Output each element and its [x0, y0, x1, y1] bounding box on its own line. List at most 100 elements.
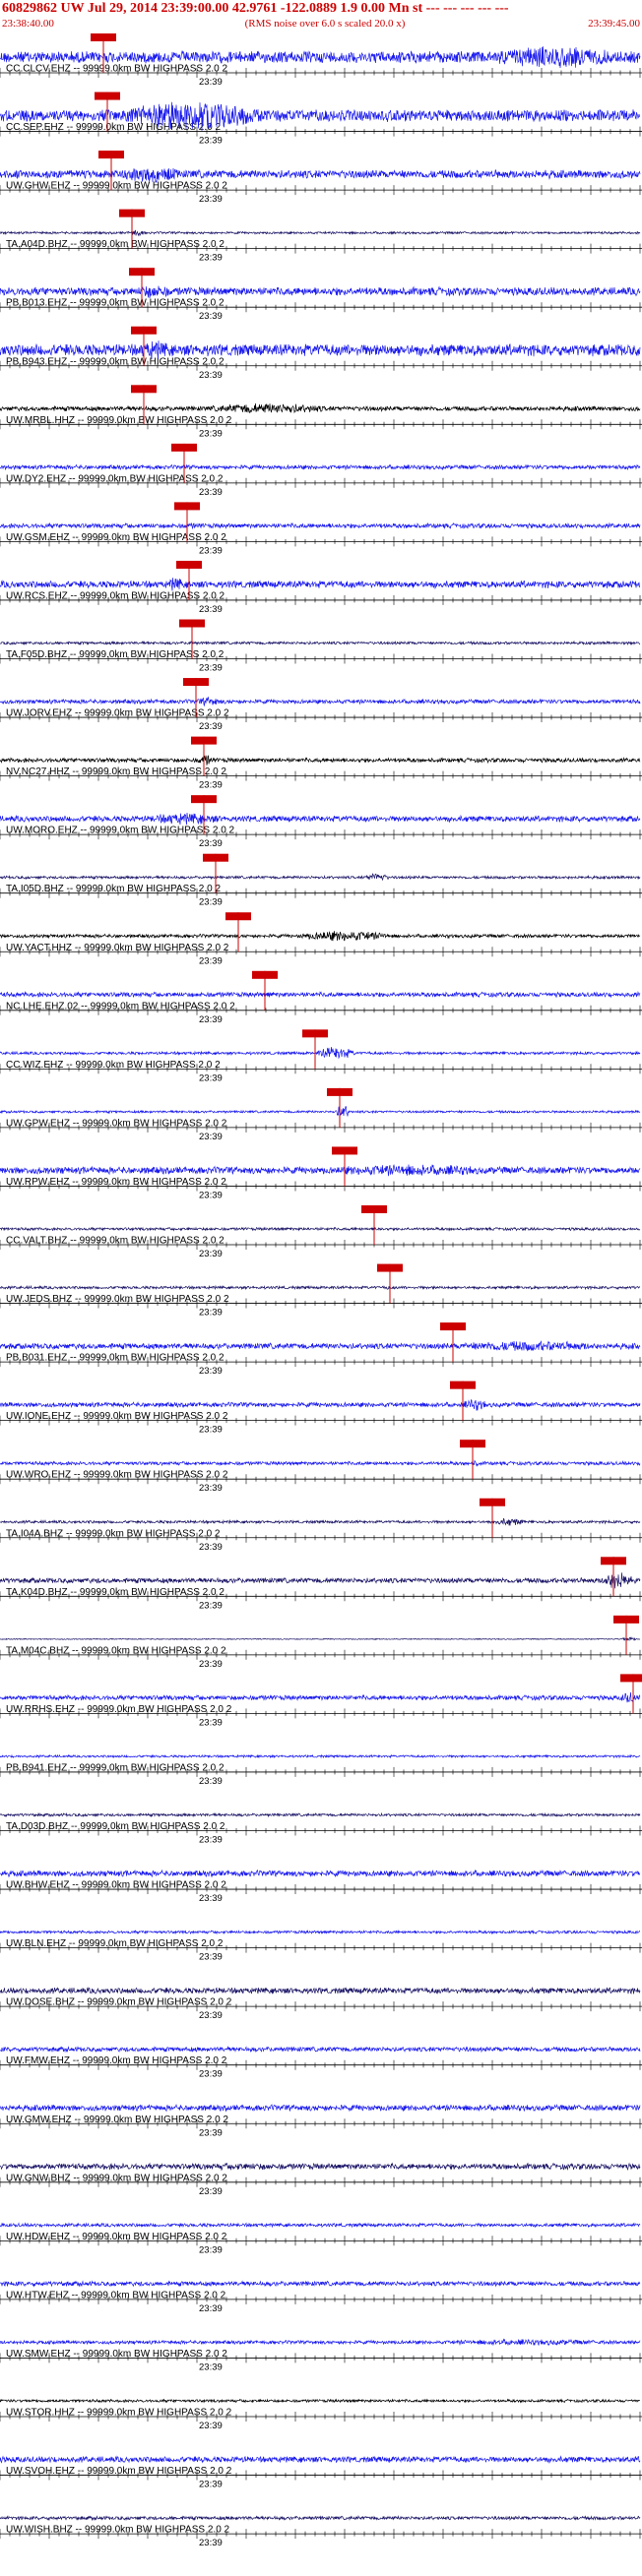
waveform-trace — [0, 1164, 641, 1177]
pick-marker — [98, 151, 124, 159]
channel-label: UW.GMW.EHZ -- 99999.0km BW HIGHPASS 2.0 … — [6, 2115, 228, 2125]
tick-label: 23:39 — [199, 604, 223, 615]
pick-marker — [225, 912, 251, 921]
tick-label: 23:39 — [199, 1542, 223, 1553]
pick-marker — [129, 268, 155, 276]
waveform-trace — [0, 1929, 640, 1935]
channel-label: UW.HTW.EHZ -- 99999.0km BW HIGHPASS 2.0 … — [6, 2290, 226, 2300]
channel-label: UW.WRO.EHZ -- 99999.0km BW HIGHPASS 2.0 … — [6, 1470, 228, 1481]
channel-label: UW.MORO.EHZ -- 99999.0km BW HIGHPASS 2.0… — [6, 826, 235, 836]
channel-label: UW.GNW.BHZ -- 99999.0km BW HIGHPASS 2.0 … — [6, 2173, 227, 2183]
channel-label: CC.SEP.EHZ -- 99999.0km BW HIGHPASS 2.0 … — [6, 122, 221, 133]
channel-label: UW.IONE.EHZ -- 99999.0km BW HIGHPASS 2.0… — [6, 1411, 228, 1422]
tick-label: 23:39 — [199, 194, 223, 205]
waveform-trace — [0, 1636, 641, 1642]
tick-label: 23:39 — [199, 2010, 223, 2021]
channel-label: TA.K04D.BHZ -- 99999.0km BW HIGHPASS 2.0… — [6, 1587, 225, 1598]
waveform-trace — [0, 1459, 641, 1467]
waveform-trace — [0, 2338, 641, 2347]
tick-label: 23:39 — [199, 1308, 223, 1319]
channel-label: TA.M04C.BHZ -- 99999.0km BW HIGHPASS 2.0… — [6, 1645, 226, 1656]
channel-label: NC.LHE.EHZ.02 -- 99999.0km BW HIGHPASS 2… — [6, 1001, 235, 1012]
channel-label: UW.GPW.EHZ -- 99999.0km BW HIGHPASS 2.0 … — [6, 1118, 227, 1129]
tick-label: 23:39 — [199, 1425, 223, 1436]
pick-marker — [377, 1263, 403, 1272]
pick-marker — [613, 1615, 639, 1624]
waveform-trace — [0, 2515, 641, 2522]
waveform-trace — [0, 578, 641, 591]
header-end-time: 23:39:45.00 — [588, 18, 640, 30]
waveform-trace — [0, 1753, 641, 1759]
pick-marker — [440, 1322, 466, 1331]
channel-label: UW.WISH.BHZ -- 99999.0km BW HIGHPASS 2.0… — [6, 2525, 230, 2536]
pick-marker — [460, 1440, 485, 1448]
channel-label: UW.HDW.EHZ -- 99999.0km BW HIGHPASS 2.0 … — [6, 2232, 227, 2242]
tick-label: 23:39 — [199, 311, 223, 322]
pick-marker — [480, 1498, 505, 1506]
waveform-trace — [0, 1226, 641, 1232]
tick-label: 23:39 — [199, 136, 223, 147]
waveform-trace — [0, 696, 641, 707]
channel-label: CC.WIZ.EHZ -- 99999.0km BW HIGHPASS 2.0 … — [6, 1060, 221, 1071]
pick-marker — [601, 1557, 626, 1565]
channel-label: UW.SVOH.EHZ -- 99999.0km BW HIGHPASS 2.0… — [6, 2466, 232, 2477]
waveform-trace — [0, 463, 641, 471]
pick-marker — [191, 736, 217, 745]
tick-label: 23:39 — [199, 77, 223, 88]
waveform-trace — [0, 2222, 641, 2229]
channel-label: PB.B943.EHZ -- 99999.0km BW HIGHPASS 2.0… — [6, 356, 225, 367]
channel-label: UW.RRHS.EHZ -- 99999.0km BW HIGHPASS 2.0… — [6, 1704, 232, 1715]
pick-marker — [302, 1029, 328, 1038]
waveform-trace — [0, 1517, 641, 1526]
channel-label: UW.BHW.EHZ -- 99999.0km BW HIGHPASS 2.0 … — [6, 1880, 226, 1891]
waveform-trace — [0, 2162, 641, 2172]
waveform-trace — [0, 521, 641, 530]
pick-marker — [203, 853, 228, 862]
pick-marker — [183, 678, 209, 687]
tick-label: 23:39 — [199, 1014, 223, 1025]
waveform-trace — [0, 2280, 641, 2288]
tick-label: 23:39 — [199, 428, 223, 439]
waveform-trace — [0, 1986, 641, 1995]
channel-label: UW.STOR.HHZ -- 99999.0km BW HIGHPASS 2.0… — [6, 2408, 232, 2419]
pick-marker — [131, 385, 157, 394]
header-title: 60829862 UW Jul 29, 2014 23:39:00.00 42.… — [2, 1, 509, 16]
pick-marker — [361, 1205, 387, 1213]
pick-marker — [171, 443, 197, 452]
tick-label: 23:39 — [199, 1249, 223, 1259]
tick-label: 23:39 — [199, 2069, 223, 2080]
channel-label: UW.YACT.HHZ -- 99999.0km BW HIGHPASS 2.0… — [6, 943, 229, 953]
channel-label: UW.GSM.EHZ -- 99999.0km BW HIGHPASS 2.0 … — [6, 532, 226, 543]
waveform-trace — [0, 1811, 641, 1818]
pick-marker — [95, 92, 120, 100]
waveform-trace — [0, 1869, 641, 1878]
waveform-trace — [0, 285, 641, 299]
tick-label: 23:39 — [199, 2421, 223, 2431]
tick-label: 23:39 — [199, 1952, 223, 1963]
channel-label: UW.FMW.EHZ -- 99999.0km BW HIGHPASS 2.0 … — [6, 2055, 227, 2066]
waveform-trace — [0, 873, 641, 882]
tick-label: 23:39 — [199, 1366, 223, 1377]
waveform-trace — [0, 991, 641, 999]
waveform-trace — [0, 1284, 641, 1291]
pick-marker — [91, 33, 116, 41]
waveform-trace — [0, 1398, 641, 1411]
tick-label: 23:39 — [199, 253, 223, 264]
channel-label: UW.RPW.EHZ -- 99999.0km BW HIGHPASS 2.0 … — [6, 1177, 226, 1188]
tick-label: 23:39 — [199, 2244, 223, 2255]
tick-label: 23:39 — [199, 2480, 223, 2490]
tick-label: 23:39 — [199, 1835, 223, 1846]
tick-label: 23:39 — [199, 1776, 223, 1787]
tick-label: 23:39 — [199, 545, 223, 556]
channel-label: TA.A04D.BHZ -- 99999.0km BW HIGHPASS 2.0… — [6, 239, 225, 250]
pick-marker — [620, 1674, 642, 1683]
tick-label: 23:39 — [199, 370, 223, 381]
channel-label: NV.NC27.HHZ -- 99999.0km BW HIGHPASS 2.0… — [6, 767, 226, 777]
pick-marker — [179, 619, 205, 628]
channel-label: UW.SMW.EHZ -- 99999.0km BW HIGHPASS 2.0 … — [6, 2349, 227, 2360]
tick-label: 23:39 — [199, 721, 223, 732]
header-subtitle: (RMS noise over 6.0 s scaled 20.0 x) — [245, 18, 406, 30]
channel-label: TA.I04A.BHZ -- 99999.0km BW HIGHPASS 2.0… — [6, 1528, 221, 1539]
tick-label: 23:39 — [199, 1190, 223, 1200]
tick-label: 23:39 — [199, 1483, 223, 1494]
